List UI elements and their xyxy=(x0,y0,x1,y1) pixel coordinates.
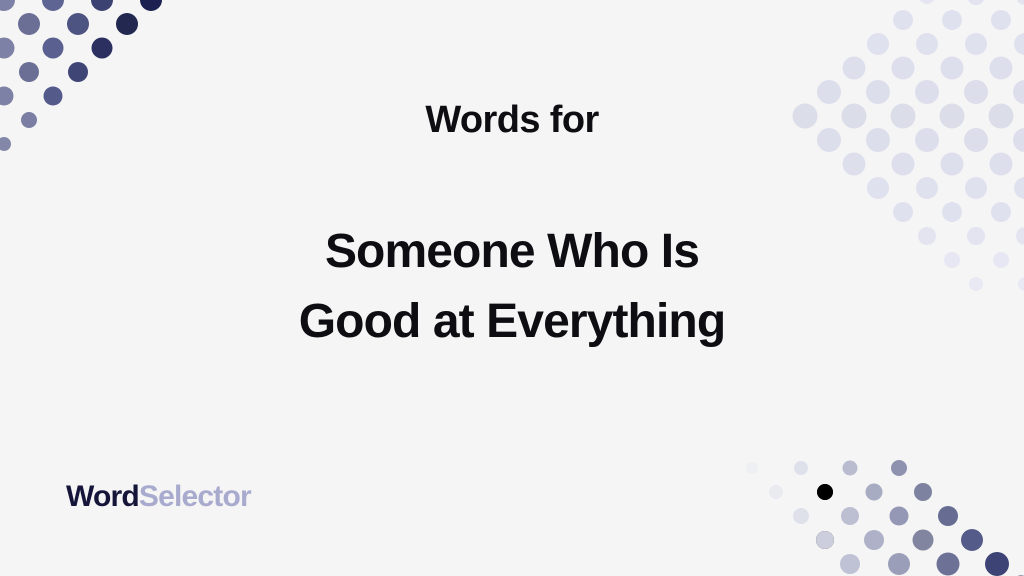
brand-logo-primary: Word xyxy=(66,480,140,513)
eyebrow-container: Words for xyxy=(0,98,1024,144)
page-title: Someone Who Is Good at Everything xyxy=(298,225,726,349)
dot-cluster-bottom-right-icon xyxy=(732,440,1024,576)
page-title-container: Someone Who Is Good at Everything xyxy=(0,217,1024,357)
dot-cluster-top-left-icon xyxy=(0,0,216,182)
eyebrow-text: Words for xyxy=(425,99,599,141)
brand-logo-secondary: Selector xyxy=(138,480,252,513)
brand-logo[interactable]: WordSelector xyxy=(66,478,252,516)
slide-canvas: Words for Someone Who Is Good at Everyth… xyxy=(0,0,1024,576)
